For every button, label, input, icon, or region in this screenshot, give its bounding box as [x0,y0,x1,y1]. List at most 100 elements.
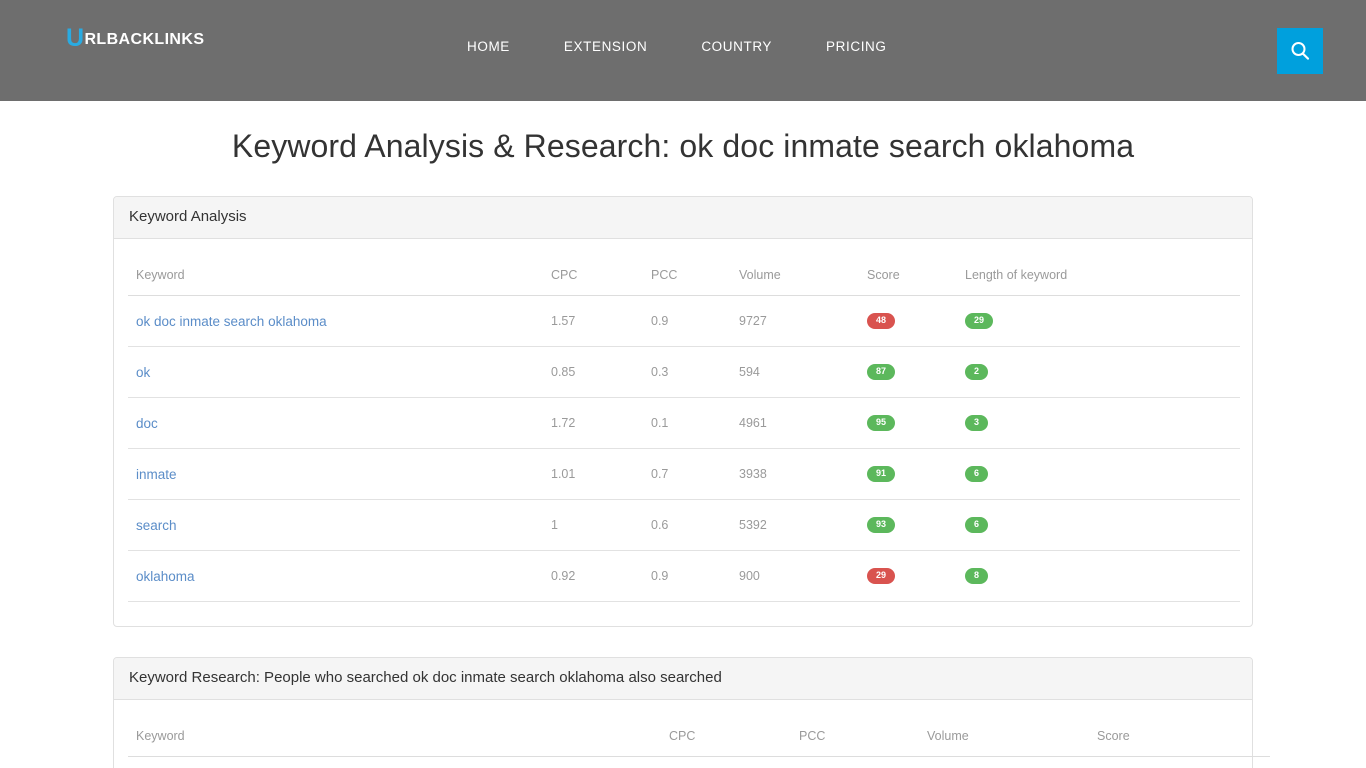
column-header-keyword: Keyword [128,715,661,757]
cell-length: 8 [957,550,1240,602]
table-row: doc 1.72 0.1 4961 95 3 [128,397,1240,449]
column-header-score: Score [859,254,957,296]
keyword-research-table-head: Keyword CPC PCC Volume Score [128,715,1270,757]
table-row: search 1 0.6 5392 93 6 [128,499,1240,551]
length-badge: 2 [965,364,989,380]
keyword-link[interactable]: search [136,518,177,533]
column-header-cpc: CPC [543,254,643,296]
keyword-link[interactable]: doc [136,416,158,431]
main-navigation: HOME EXTENSION COUNTRY PRICING [440,36,914,57]
keyword-link[interactable]: ok doc inmate search oklahoma [136,314,327,329]
nav-item-country[interactable]: COUNTRY [674,36,799,57]
keyword-link[interactable]: oklahoma [136,569,195,584]
cell-volume: 3938 [731,448,859,500]
column-header-volume: Volume [731,254,859,296]
cell-volume: 900 [731,550,859,602]
nav-link-country[interactable]: COUNTRY [674,36,799,57]
cell-score: 48 [859,295,957,347]
column-header-length: Length of keyword [957,254,1240,296]
cell-pcc: 0.7 [643,448,731,500]
nav-link-extension[interactable]: EXTENSION [537,36,674,57]
cell-pcc: 0.9 [643,550,731,602]
score-badge: 48 [867,313,896,329]
nav-item-home[interactable]: HOME [440,36,537,57]
cell-pcc: 0.3 [643,346,731,398]
keyword-research-panel: Keyword Research: People who searched ok… [113,657,1270,768]
cell-keyword: search [128,499,543,551]
column-header-pcc: PCC [643,254,731,296]
keyword-analysis-panel-body: Keyword CPC PCC Volume Score Length of k… [114,239,1252,626]
cell-keyword: ok doc inmate search oklahoma [128,295,543,347]
cell-score: 87 [859,346,957,398]
score-badge: 95 [867,415,896,431]
nav-item-extension[interactable]: EXTENSION [537,36,674,57]
cell-keyword: inmate [128,448,543,500]
keyword-research-table: Keyword CPC PCC Volume Score [128,715,1270,757]
cell-score: 93 [859,499,957,551]
content-wrapper: Keyword Analysis Keyword CPC PCC Volume … [113,196,1270,768]
keyword-analysis-table-head: Keyword CPC PCC Volume Score Length of k… [128,254,1240,296]
length-badge: 6 [965,466,989,482]
page-title: Keyword Analysis & Research: ok doc inma… [231,128,1135,164]
cell-length: 6 [957,448,1240,500]
cell-cpc: 1.72 [543,397,643,449]
cell-keyword: ok [128,346,543,398]
length-badge: 3 [965,415,989,431]
cell-pcc: 0.6 [643,499,731,551]
cell-score: 95 [859,397,957,449]
logo-initial: U [66,24,85,52]
keyword-analysis-table-body: ok doc inmate search oklahoma 1.57 0.9 9… [128,295,1240,602]
cell-volume: 5392 [731,499,859,551]
column-header-cpc: CPC [661,715,791,757]
keyword-analysis-panel-header: Keyword Analysis [114,197,1252,239]
keyword-analysis-table: Keyword CPC PCC Volume Score Length of k… [128,254,1240,602]
table-header-row: Keyword CPC PCC Volume Score [128,715,1270,757]
keyword-link[interactable]: ok [136,365,150,380]
cell-pcc: 0.1 [643,397,731,449]
nav-link-pricing[interactable]: PRICING [799,36,913,57]
keyword-analysis-panel: Keyword Analysis Keyword CPC PCC Volume … [113,196,1253,627]
nav-item-pricing[interactable]: PRICING [799,36,913,57]
length-badge: 29 [965,313,994,329]
cell-cpc: 1 [543,499,643,551]
keyword-research-panel-body: Keyword CPC PCC Volume Score [114,700,1270,768]
score-badge: 87 [867,364,896,380]
score-badge: 29 [867,568,896,584]
table-header-row: Keyword CPC PCC Volume Score Length of k… [128,254,1240,296]
site-logo[interactable]: URLBACKLINKS [66,26,204,51]
cell-cpc: 1.57 [543,295,643,347]
cell-length: 2 [957,346,1240,398]
cell-length: 29 [957,295,1240,347]
keyword-research-panel-header: Keyword Research: People who searched ok… [114,658,1252,700]
cell-volume: 594 [731,346,859,398]
keyword-analysis-title: Keyword Analysis [129,208,247,225]
keyword-research-title: Keyword Research: People who searched ok… [129,669,722,686]
score-badge: 91 [867,466,896,482]
cell-volume: 4961 [731,397,859,449]
cell-score: 91 [859,448,957,500]
column-header-pcc: PCC [791,715,919,757]
cell-cpc: 1.01 [543,448,643,500]
score-badge: 93 [867,517,896,533]
length-badge: 8 [965,568,989,584]
cell-cpc: 0.85 [543,346,643,398]
table-row: oklahoma 0.92 0.9 900 29 8 [128,550,1240,602]
table-row: ok 0.85 0.3 594 87 2 [128,346,1240,398]
table-row: ok doc inmate search oklahoma 1.57 0.9 9… [128,295,1240,347]
cell-length: 6 [957,499,1240,551]
search-toggle-button[interactable] [1277,28,1323,74]
table-row: inmate 1.01 0.7 3938 91 6 [128,448,1240,500]
cell-length: 3 [957,397,1240,449]
keyword-link[interactable]: inmate [136,467,177,482]
cell-volume: 9727 [731,295,859,347]
cell-keyword: oklahoma [128,550,543,602]
column-header-volume: Volume [919,715,1089,757]
nav-link-home[interactable]: HOME [440,36,537,57]
top-navbar: URLBACKLINKS HOME EXTENSION COUNTRY PRIC… [0,0,1366,101]
cell-cpc: 0.92 [543,550,643,602]
cell-score: 29 [859,550,957,602]
column-header-score: Score [1089,715,1270,757]
cell-pcc: 0.9 [643,295,731,347]
search-icon [1289,40,1311,62]
length-badge: 6 [965,517,989,533]
